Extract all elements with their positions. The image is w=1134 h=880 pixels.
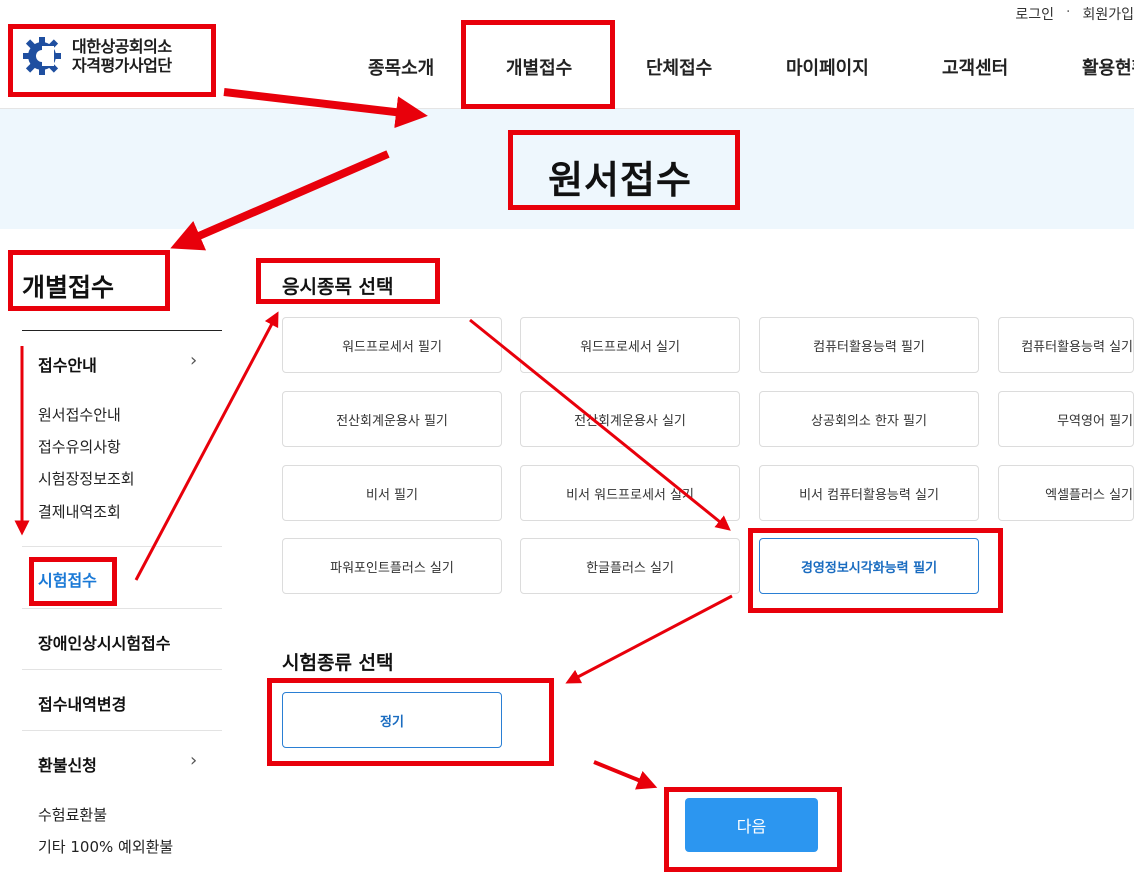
annotation-box	[256, 258, 440, 304]
nav-item-intro[interactable]: 종목소개	[368, 54, 434, 80]
subject-option[interactable]: 전산회계운용사 필기	[282, 391, 502, 447]
sidebar-sub-payment-lookup[interactable]: 결제내역조회	[38, 501, 121, 522]
subject-option[interactable]: 상공회의소 한자 필기	[759, 391, 979, 447]
login-link[interactable]: 로그인	[1015, 4, 1054, 24]
nav-item-group[interactable]: 단체접수	[646, 54, 712, 80]
annotation-box	[664, 787, 842, 872]
subject-option[interactable]: 전산회계운용사 실기	[520, 391, 740, 447]
annotation-box	[461, 20, 615, 109]
subject-option[interactable]: 워드프로세서 필기	[282, 317, 502, 373]
separator: ·	[1066, 4, 1071, 20]
join-link[interactable]: 회원가입	[1082, 4, 1134, 24]
sidebar-item-refund[interactable]: 환불신청	[38, 752, 97, 776]
sidebar-sub-apply-guide[interactable]: 원서접수안내	[38, 404, 121, 425]
annotation-box	[748, 528, 1003, 613]
subject-option[interactable]: 무역영어 필기	[998, 391, 1134, 447]
chevron-right-icon[interactable]: ›	[190, 750, 197, 771]
subject-option[interactable]: 파워포인트플러스 실기	[282, 538, 502, 594]
subject-option[interactable]: 워드프로세서 실기	[520, 317, 740, 373]
subject-option[interactable]: 한글플러스 실기	[520, 538, 740, 594]
sidebar-divider	[22, 730, 222, 731]
sidebar-title-rule	[22, 330, 222, 331]
sidebar-sub-exception-refund[interactable]: 기타 100% 예외환불	[38, 836, 173, 857]
nav-item-usage[interactable]: 활용현황	[1082, 54, 1134, 80]
sidebar-sub-notes[interactable]: 접수유의사항	[38, 436, 121, 457]
exam-type-section-title: 시험종류 선택	[282, 652, 394, 674]
annotation-arrow	[565, 594, 733, 684]
annotation-arrow	[593, 760, 658, 790]
subject-option[interactable]: 엑셀플러스 실기	[998, 465, 1134, 521]
subject-option[interactable]: 비서 컴퓨터활용능력 실기	[759, 465, 979, 521]
sidebar-item-change[interactable]: 접수내역변경	[38, 691, 126, 715]
sidebar-item-guide[interactable]: 접수안내	[38, 352, 97, 376]
annotation-box	[267, 678, 554, 766]
utility-links: 로그인 · 회원가입	[1015, 4, 1134, 24]
sidebar-sub-fee-refund[interactable]: 수험료환불	[38, 804, 107, 825]
sidebar-divider	[22, 669, 222, 670]
sidebar-sub-venue-lookup[interactable]: 시험장정보조회	[38, 468, 135, 489]
annotation-box	[29, 557, 117, 606]
nav-item-support[interactable]: 고객센터	[942, 54, 1008, 80]
chevron-right-icon[interactable]: ›	[190, 350, 197, 371]
subject-option[interactable]: 비서 워드프로세서 실기	[520, 465, 740, 521]
subject-option[interactable]: 비서 필기	[282, 465, 502, 521]
sidebar-divider	[22, 608, 222, 609]
sidebar-divider	[22, 546, 222, 547]
annotation-box	[8, 250, 170, 311]
annotation-arrow	[134, 311, 279, 581]
annotation-box	[8, 24, 216, 97]
subject-option[interactable]: 컴퓨터활용능력 실기	[998, 317, 1134, 373]
subject-option[interactable]: 컴퓨터활용능력 필기	[759, 317, 979, 373]
nav-item-mypage[interactable]: 마이페이지	[786, 54, 869, 80]
annotation-box	[508, 130, 740, 210]
sidebar-item-disabled-apply[interactable]: 장애인상시시험접수	[38, 630, 170, 654]
